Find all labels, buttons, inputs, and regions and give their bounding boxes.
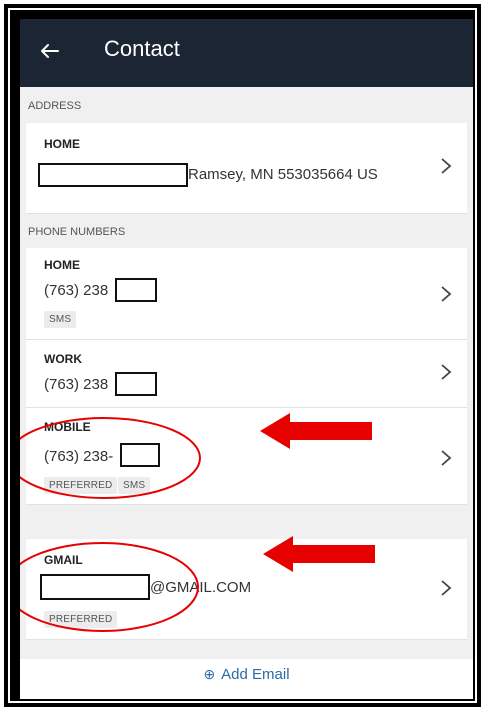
phone-home-label: HOME	[44, 258, 80, 272]
annotation-circle-email	[20, 542, 199, 632]
add-email-label: Add Email	[221, 666, 290, 683]
add-email-button[interactable]: ⊕ Add Email	[20, 659, 473, 699]
chevron-right-icon	[441, 158, 452, 174]
address-label: HOME	[44, 137, 80, 151]
address-section-header: ADDRESS	[28, 100, 82, 112]
app-bar: Contact	[20, 19, 473, 87]
chevron-right-icon	[441, 580, 452, 596]
phone-work-value: (763) 238	[44, 376, 109, 393]
sms-badge: SMS	[44, 311, 77, 328]
annotation-arrow-mobile	[260, 413, 372, 449]
page-title: Contact	[104, 36, 180, 61]
redacted-phone-home	[115, 278, 157, 302]
chevron-right-icon	[441, 450, 452, 466]
address-home-item[interactable]: HOME Ramsey, MN 553035664 US	[26, 123, 467, 214]
phone-home-item[interactable]: HOME (763) 238 SMS	[26, 248, 467, 340]
annotation-circle-mobile	[20, 417, 201, 499]
phone-work-label: WORK	[44, 352, 82, 366]
phone-home-value: (763) 238	[44, 282, 109, 299]
back-arrow-icon[interactable]	[36, 37, 64, 65]
phone-work-item[interactable]: WORK (763) 238	[26, 340, 467, 408]
redacted-street	[38, 163, 188, 187]
add-circle-icon: ⊕	[203, 666, 216, 682]
redacted-phone-work	[115, 372, 157, 396]
phone-section-header: PHONE NUMBERS	[28, 226, 126, 238]
address-value: Ramsey, MN 553035664 US	[188, 166, 378, 183]
annotation-arrow-email	[263, 536, 375, 572]
phone-screen: Contact ADDRESS HOME Ramsey, MN 55303566…	[20, 19, 473, 699]
chevron-right-icon	[441, 286, 452, 302]
chevron-right-icon	[441, 364, 452, 380]
